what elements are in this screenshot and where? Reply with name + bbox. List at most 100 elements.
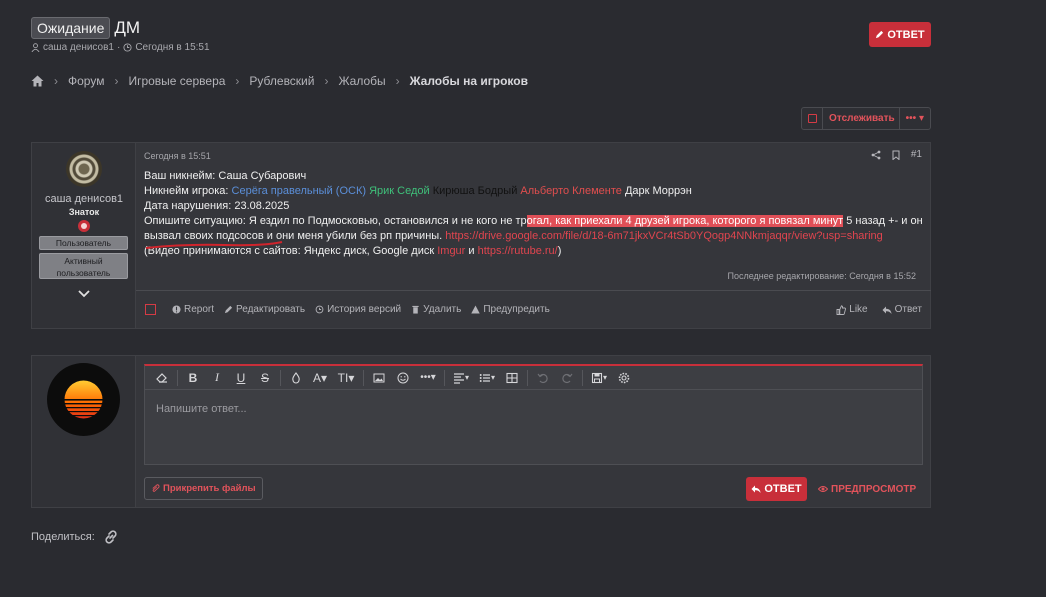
breadcrumb-item-server[interactable]: Рублевский [249,74,314,88]
reply-input[interactable]: Напишите ответ... [156,403,247,415]
breadcrumb-item-complaints[interactable]: Жалобы [338,74,385,88]
like-label: Like [849,304,868,315]
text-color-icon[interactable] [285,368,307,388]
breadcrumb-item-forum[interactable]: Форум [68,74,104,88]
player-name: Кирюша Бодрый [432,185,518,197]
align-icon[interactable]: ▾ [449,368,473,388]
list-icon[interactable]: ▾ [475,368,499,388]
report-icon [172,305,181,314]
send-label: ОТВЕТ [764,483,802,495]
post-actions-left: Report Редактировать История версий Удал… [145,304,550,315]
video-link[interactable]: https://drive.google.com/file/d/18-6m71j… [445,230,882,242]
preview-button[interactable]: ПРЕДПРОСМОТР [818,477,916,501]
post-number[interactable]: #1 [911,149,922,160]
warn-button[interactable]: Предупредить [471,304,550,315]
thread-prefix-badge[interactable]: Ожидание [31,17,111,39]
watch-button[interactable]: Отслеживать [822,108,899,129]
user-banner-active: Активный пользователь [39,253,128,279]
select-checkbox[interactable] [145,304,156,315]
post-date[interactable]: Сегодня в 15:51 [144,151,211,161]
share-icon[interactable] [871,150,881,160]
share-section: Поделиться: [31,529,119,545]
redo-icon[interactable] [556,368,578,388]
situation-text: 5 назад +- и он [843,215,923,227]
reply-button-top[interactable]: ОТВЕТ [869,22,931,47]
edit-label: Редактировать [236,304,306,315]
toolbar-divider [363,369,364,386]
players-label: Никнейм игрока: [144,185,232,197]
post-content: Ваш никнейм: Саша Субарович Никнейм игро… [144,169,924,259]
bookmark-icon[interactable] [891,150,901,160]
user-banner-user: Пользователь [39,236,128,250]
post-line-situation-2: вызвал своих подсосов и они меня убили б… [144,229,924,249]
paperclip-icon [152,484,160,492]
more-insert-icon[interactable]: •••▾ [416,368,440,388]
reply-user-panel [32,356,136,507]
reply-icon [882,306,892,314]
rutube-link[interactable]: https://rutube.ru/ [478,245,558,257]
toolbar-divider [280,369,281,386]
clear-format-icon[interactable] [151,368,173,388]
thread-meta: саша денисов1 · Сегодня в 15:51 [31,42,210,53]
post-username[interactable]: саша денисов1 [32,193,136,205]
player-name: Серёга правельный (ОСК) [231,185,367,197]
breadcrumb-sep-icon: › [324,74,329,88]
font-family-icon[interactable]: A▾ [309,368,331,388]
quote-reply-button[interactable]: Ответ [882,304,922,315]
undo-icon[interactable] [532,368,554,388]
post-line-players: Никнейм игрока: Серёга правельный (ОСК) … [144,184,924,199]
send-reply-button[interactable]: ОТВЕТ [746,477,807,501]
like-button[interactable]: Like [836,304,868,315]
post-footer: Report Редактировать История версий Удал… [136,290,931,328]
situation-text: Опишите ситуацию: Я ездил по Подмосковью… [144,215,527,227]
thread-date[interactable]: Сегодня в 15:51 [135,42,209,53]
settings-icon[interactable] [613,368,635,388]
link-icon[interactable] [103,529,119,545]
last-edited[interactable]: Последнее редактирование: Сегодня в 15:5… [727,271,916,281]
chevron-down-icon[interactable] [77,289,91,299]
reply-label: Ответ [894,304,922,315]
warn-label: Предупредить [483,304,550,315]
post-controls: #1 [871,149,922,160]
breadcrumb-sep-icon: › [114,74,119,88]
emoji-icon[interactable] [392,368,414,388]
report-button[interactable]: Report [172,304,214,315]
attach-files-button[interactable]: Прикрепить файлы [144,477,263,500]
pencil-icon [876,30,884,39]
sources-text: и [465,245,478,257]
delete-button[interactable]: Удалить [411,304,461,315]
thread-title: ДМ [114,18,141,37]
font-size-icon[interactable]: TI▾ [333,368,359,388]
strikethrough-icon[interactable]: S [254,368,276,388]
image-icon[interactable] [368,368,390,388]
home-icon[interactable] [31,75,44,87]
thread-author[interactable]: саша денисов1 [43,42,114,53]
bold-icon[interactable]: B [182,368,204,388]
pencil-icon [224,305,233,314]
trash-icon [412,305,419,314]
preview-label: ПРЕДПРОСМОТР [831,483,917,495]
thumbs-up-icon [836,304,847,315]
breadcrumb-current[interactable]: Жалобы на игроков [410,74,528,88]
watch-checkbox[interactable] [802,114,822,123]
share-label: Поделиться: [31,531,95,543]
avatar[interactable] [66,151,102,187]
clock-icon [123,43,132,52]
drafts-icon[interactable]: ▾ [587,368,611,388]
history-button[interactable]: История версий [315,304,401,315]
more-options-button[interactable]: ••• ▾ [898,108,930,129]
user-icon [31,43,40,52]
imgur-link[interactable]: Imgur [437,245,465,257]
breadcrumb-item-servers[interactable]: Игровые сервера [128,74,225,88]
underline-icon[interactable]: U [230,368,252,388]
edit-button[interactable]: Редактировать [224,304,305,315]
player-name: Ярик Седой [369,185,430,197]
italic-icon[interactable]: I [206,368,228,388]
editor-toolbar: B I U S A▾ TI▾ •••▾ ▾ ▾ ▾ [145,366,922,390]
post-actions-right: Like Ответ [836,304,922,315]
toolbar-divider [444,369,445,386]
current-user-avatar[interactable] [47,363,120,436]
player-name: Альберто Клементе [520,185,622,197]
table-icon[interactable] [501,368,523,388]
history-label: История версий [327,304,402,315]
